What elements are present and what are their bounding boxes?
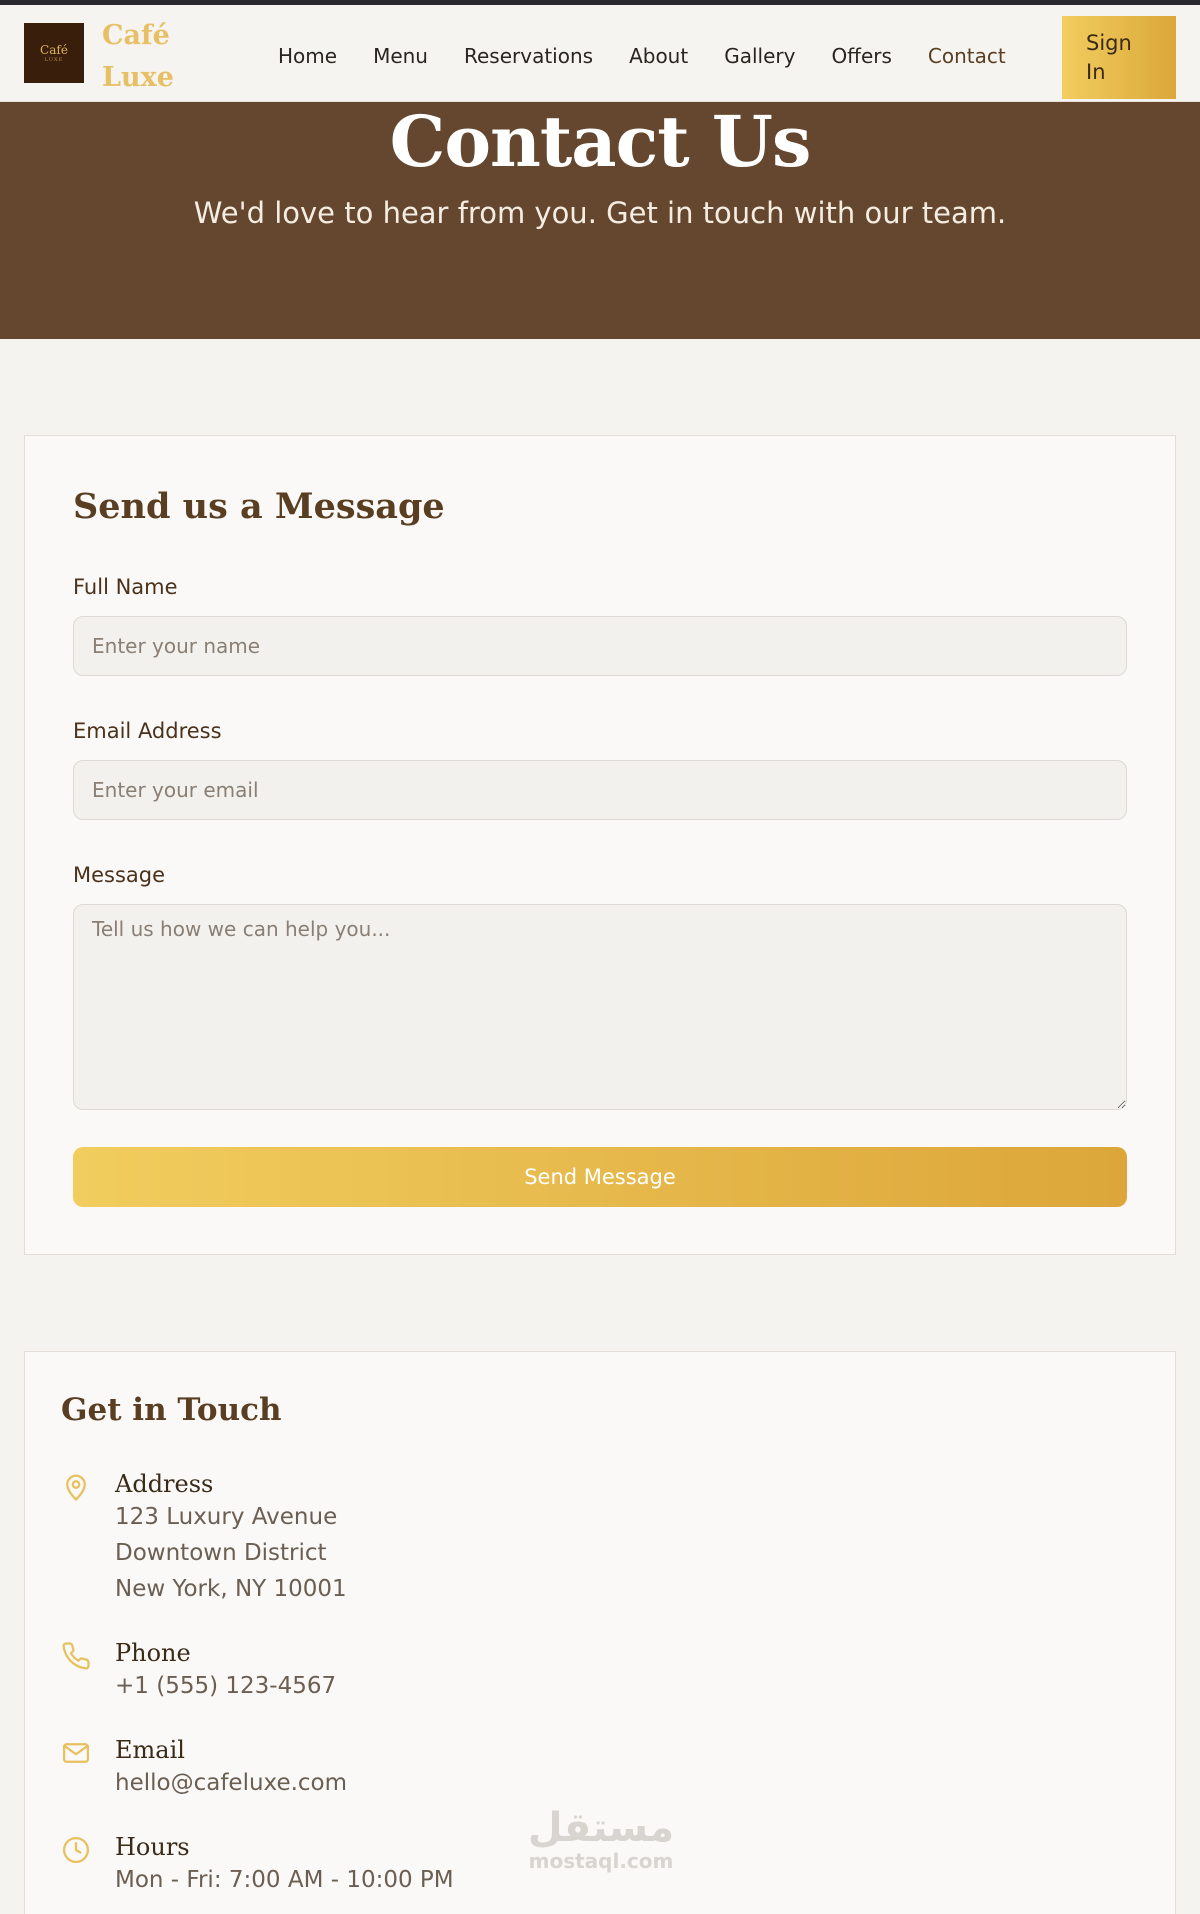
email-title: Email (115, 1736, 185, 1764)
nav-gallery[interactable]: Gallery (724, 39, 795, 73)
logo-text: Café (40, 42, 68, 57)
contact-form-card: Send us a Message Full Name Email Addres… (24, 435, 1176, 1255)
phone-icon (62, 1642, 90, 1670)
brand-name-line2: Luxe (102, 62, 174, 93)
nav-contact[interactable]: Contact (928, 39, 1006, 73)
nav-reservations[interactable]: Reservations (464, 39, 593, 73)
hours-title: Hours (115, 1833, 190, 1861)
sign-in-button[interactable]: Sign In (1062, 16, 1176, 99)
map-pin-icon (66, 1474, 86, 1501)
logo[interactable]: Café LUXE (24, 23, 84, 83)
mail-icon (63, 1743, 89, 1763)
brand-name[interactable]: Café Luxe (102, 15, 174, 99)
form-title: Send us a Message (73, 486, 445, 527)
nav-about[interactable]: About (629, 39, 688, 73)
main-nav: Home Menu Reservations About Gallery Off… (278, 39, 1042, 73)
nav-offers[interactable]: Offers (831, 39, 891, 73)
email-address[interactable]: hello@cafeluxe.com (115, 1770, 347, 1796)
page-title: Contact Us (389, 100, 812, 183)
phone-title: Phone (115, 1639, 191, 1667)
nav-home[interactable]: Home (278, 39, 337, 73)
nav-menu[interactable]: Menu (373, 39, 428, 73)
contact-info-card: Get in Touch Address 123 Luxury Avenue D… (24, 1351, 1176, 1914)
address-line-3: New York, NY 10001 (115, 1576, 347, 1602)
email-input[interactable] (73, 760, 1127, 820)
brand-name-line1: Café (102, 20, 170, 51)
logo-subtext: LUXE (44, 56, 64, 63)
email-label: Email Address (73, 719, 222, 743)
message-textarea[interactable] (73, 904, 1127, 1110)
clock-icon (63, 1837, 89, 1863)
full-name-input[interactable] (73, 616, 1127, 676)
hours-weekdays: Mon - Fri: 7:00 AM - 10:00 PM (115, 1867, 454, 1893)
site-header: Café LUXE Café Luxe Home Menu Reservatio… (0, 5, 1200, 102)
address-title: Address (115, 1470, 214, 1498)
address-line-1: 123 Luxury Avenue (115, 1504, 338, 1530)
contact-info-title: Get in Touch (61, 1392, 282, 1428)
address-line-2: Downtown District (115, 1540, 327, 1566)
full-name-label: Full Name (73, 575, 178, 599)
message-label: Message (73, 863, 166, 887)
send-message-button[interactable]: Send Message (73, 1147, 1127, 1207)
page-subtitle: We'd love to hear from you. Get in touch… (193, 196, 1007, 230)
hero-banner: Contact Us We'd love to hear from you. G… (0, 102, 1200, 339)
phone-number[interactable]: +1 (555) 123-4567 (115, 1673, 336, 1699)
